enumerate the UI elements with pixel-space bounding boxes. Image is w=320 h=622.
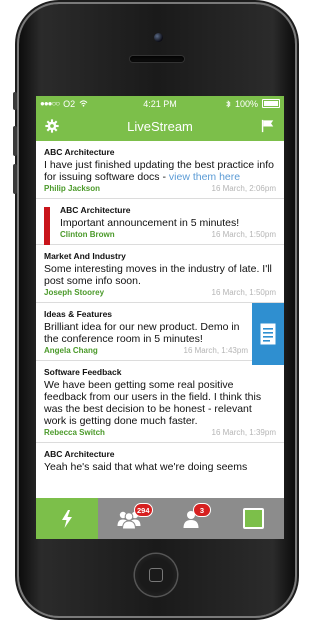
page-title: LiveStream	[127, 118, 193, 134]
item-message: Important announcement in 5 minutes!	[60, 217, 240, 229]
wifi-icon	[79, 100, 88, 107]
item-date: 16 March, 1:43pm	[183, 346, 248, 355]
feed-item[interactable]: ABC Architecture I have just finished up…	[36, 141, 284, 199]
item-date: 16 March, 1:50pm	[211, 288, 276, 297]
item-category: ABC Architecture	[44, 147, 115, 157]
item-message: Brilliant idea for our new product. Demo…	[44, 321, 240, 345]
tab-square[interactable]	[222, 498, 284, 539]
flag-icon[interactable]	[260, 118, 276, 134]
volume-down-button	[13, 164, 17, 194]
item-author: Philip Jackson	[44, 184, 101, 193]
item-category: ABC Architecture	[60, 205, 131, 215]
item-author: Joseph Stoorey	[44, 288, 105, 297]
lightning-icon	[62, 509, 72, 528]
bluetooth-icon	[226, 99, 231, 108]
item-date: 16 March, 1:50pm	[211, 230, 276, 239]
live-stream-feed: ABC Architecture I have just finished up…	[36, 141, 284, 498]
view-them-here-link[interactable]: view them here	[169, 171, 240, 183]
tab-stream[interactable]	[36, 498, 98, 539]
groups-badge: 294	[134, 503, 153, 517]
gear-icon[interactable]	[44, 118, 60, 134]
item-date: 16 March, 2:06pm	[211, 184, 276, 193]
feed-item-announcement[interactable]: ABC Architecture Important announcement …	[36, 199, 284, 245]
earpiece-speaker	[130, 56, 184, 62]
status-bar: ●●●○○ O2 4:21 PM 100%	[36, 96, 284, 111]
signal-strength: ●●●○○	[40, 99, 60, 108]
feed-item[interactable]: Software Feedback We have been getting s…	[36, 361, 284, 443]
item-message: Some interesting moves in the industry o…	[44, 263, 272, 287]
feed-item[interactable]: Ideas & Features Brilliant idea for our …	[36, 303, 284, 365]
tab-bar: 294 3	[36, 498, 284, 539]
square-icon	[242, 508, 264, 529]
home-square-icon	[149, 568, 163, 582]
document-attachment-button[interactable]	[252, 303, 284, 365]
item-author: Clinton Brown	[60, 230, 115, 239]
home-button[interactable]	[135, 554, 177, 596]
item-message: I have just finished updating the best p…	[44, 159, 276, 183]
carrier-name: O2	[63, 98, 76, 109]
item-category: ABC Architecture	[44, 449, 115, 459]
status-time: 4:21 PM	[143, 98, 177, 109]
item-author: Angela Chang	[44, 346, 98, 355]
document-icon	[260, 323, 276, 345]
item-message: Yeah he's said that what we're doing see…	[44, 461, 248, 473]
contacts-badge: 3	[193, 503, 211, 517]
item-category: Software Feedback	[44, 367, 122, 377]
app-screen: ●●●○○ O2 4:21 PM 100% LiveStream ABC Arc…	[36, 96, 284, 539]
item-date: 16 March, 1:39pm	[211, 428, 276, 437]
feed-item[interactable]: Market And Industry Some interesting mov…	[36, 245, 284, 303]
tab-groups[interactable]: 294	[98, 498, 160, 539]
alert-marker	[44, 207, 50, 245]
item-category: Ideas & Features	[44, 309, 113, 319]
tab-contacts[interactable]: 3	[160, 498, 222, 539]
item-author: Rebecca Switch	[44, 428, 105, 437]
battery-icon	[262, 99, 280, 108]
item-message: We have been getting some real positive …	[44, 379, 262, 427]
battery-percent: 100%	[234, 98, 258, 109]
front-camera	[154, 33, 163, 42]
volume-up-button	[13, 126, 17, 156]
mute-switch	[13, 92, 17, 110]
nav-bar: LiveStream	[36, 111, 284, 141]
feed-item[interactable]: ABC Architecture Yeah he's said that wha…	[36, 443, 284, 478]
item-category: Market And Industry	[44, 251, 126, 261]
